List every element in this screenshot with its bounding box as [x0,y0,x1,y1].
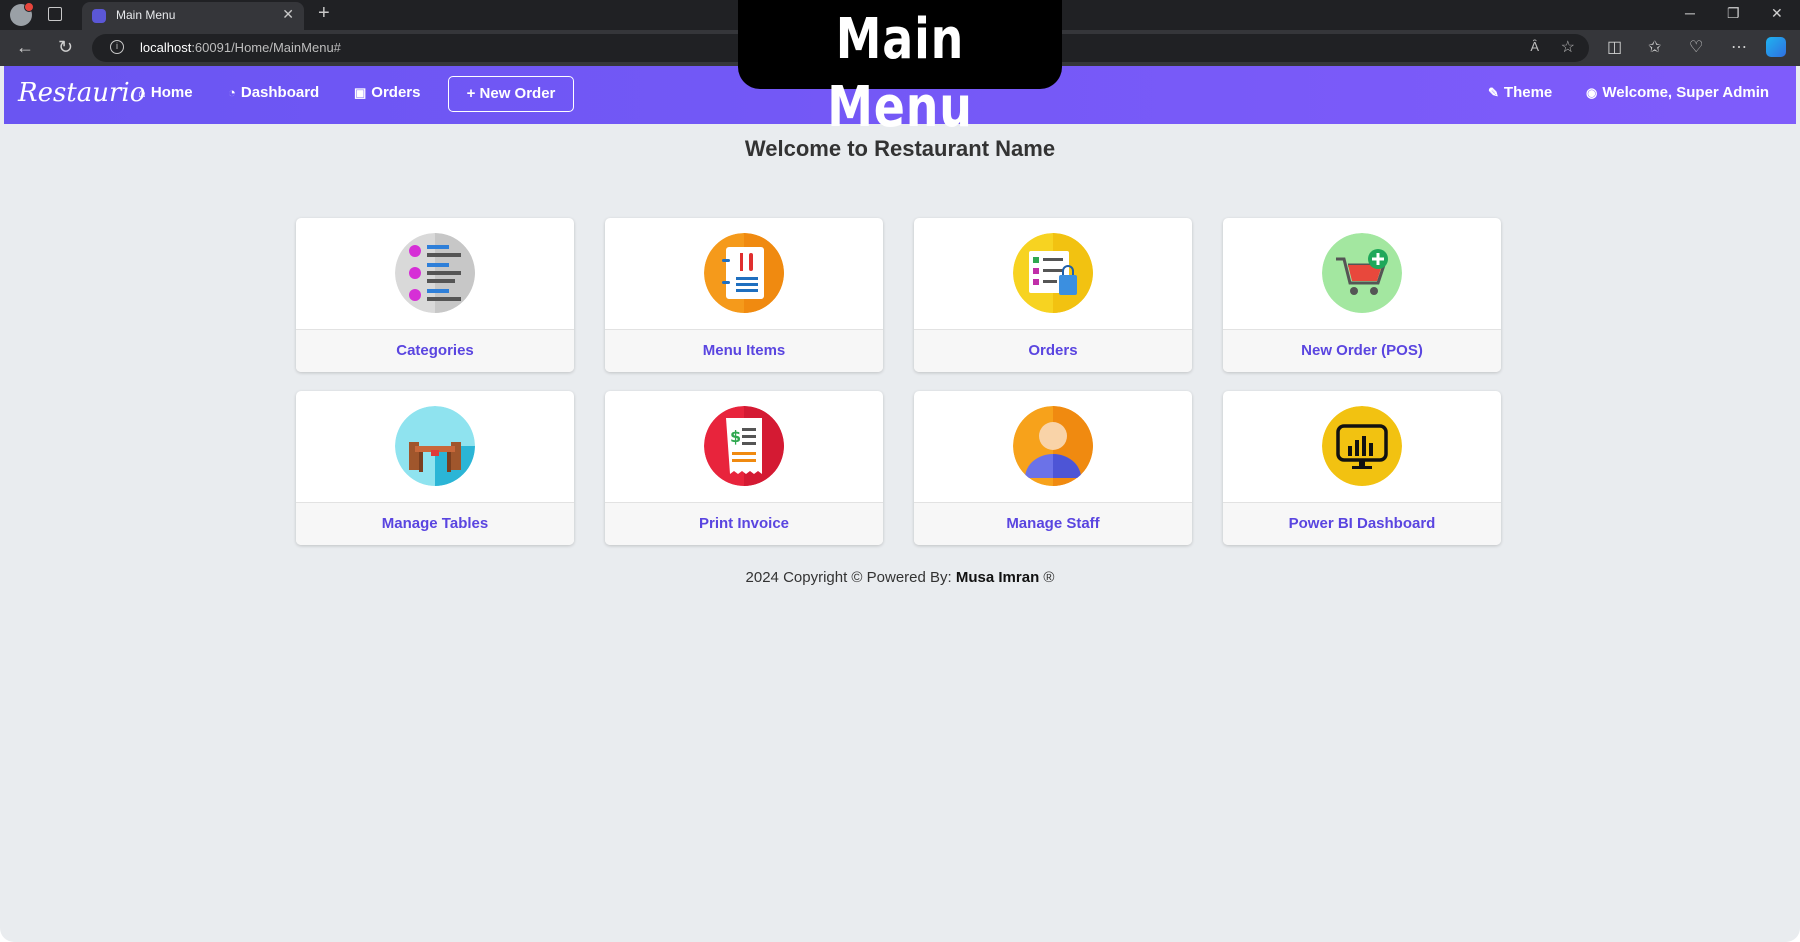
home-icon: ⌂ [138,85,146,100]
card-orders[interactable]: Orders [914,218,1192,372]
power-bi-icon [1322,406,1402,486]
card-body [914,391,1192,502]
footer-copyright: 2024 Copyright © Powered By: [745,569,956,586]
card-body: $ [605,391,883,502]
card-categories[interactable]: Categories [296,218,574,372]
card-label[interactable]: Manage Staff [914,502,1192,545]
card-label[interactable]: Manage Tables [296,502,574,545]
card-manage-staff[interactable]: Manage Staff [914,391,1192,545]
profile-avatar-icon[interactable] [10,2,34,26]
new-tab-icon[interactable]: + [318,2,330,25]
window-close-icon[interactable]: ✕ [1771,5,1783,22]
browser-essentials-icon[interactable]: ♡ [1689,37,1703,57]
orders-icon [1013,233,1093,313]
card-print-invoice[interactable]: $ Print Invoice [605,391,883,545]
card-label[interactable]: Print Invoice [605,502,883,545]
new-order-button[interactable]: + New Order [448,76,574,112]
tab-actions-icon[interactable] [48,7,62,21]
nav-orders-link[interactable]: ▣ Orders [354,84,421,101]
site-info-icon[interactable]: i [110,40,124,54]
nav-dashboard-link[interactable]: ◔ Dashboard [228,84,319,101]
tables-icon [395,406,475,486]
more-menu-icon[interactable]: ⋯ [1731,37,1747,57]
tab-title: Main Menu [116,8,176,22]
overlay-title: Main Menu [827,7,973,140]
overlay-title-banner: Main Menu [738,0,1062,140]
read-aloud-icon[interactable]: Ȃ [1530,39,1539,54]
nav-home-label: Home [150,84,193,101]
invoice-icon: $ [704,406,784,486]
tab-favicon-icon [92,9,106,23]
tab-close-icon[interactable]: ✕ [282,6,294,23]
card-label[interactable]: Orders [914,329,1192,372]
url-text[interactable]: localhost:60091/Home/MainMenu# [140,40,341,55]
card-label[interactable]: New Order (POS) [1223,329,1501,372]
browser-tab-main-menu[interactable]: Main Menu ✕ [82,2,304,30]
card-label[interactable]: Categories [296,329,574,372]
favorites-icon[interactable]: ✩ [1648,37,1661,57]
card-power-bi-dashboard[interactable]: Power BI Dashboard [1223,391,1501,545]
card-body [1223,218,1501,329]
card-menu-items[interactable]: Menu Items [605,218,883,372]
card-body [1223,391,1501,502]
restore-icon[interactable]: ❐ [1727,5,1740,22]
footer-mark: ® [1039,569,1055,586]
dashboard-gauge-icon: ◔ [228,85,236,100]
nav-orders-label: Orders [371,84,421,101]
card-label[interactable]: Power BI Dashboard [1223,502,1501,545]
staff-icon [1013,406,1093,486]
card-body [605,218,883,329]
card-new-order-pos[interactable]: New Order (POS) [1223,218,1501,372]
card-body [914,218,1192,329]
page-footer: 2024 Copyright © Powered By: Musa Imran … [0,569,1800,586]
split-screen-icon[interactable]: ◫ [1607,37,1622,57]
brand-logo[interactable]: Restaurio [18,78,145,108]
card-body [296,218,574,329]
minimize-icon[interactable]: ─ [1685,5,1695,21]
reload-icon[interactable]: ↻ [58,37,73,58]
copilot-icon[interactable] [1766,37,1786,57]
categories-icon [395,233,475,313]
card-body [296,391,574,502]
url-host: localhost [140,40,192,55]
nav-home-link[interactable]: ⌂ Home [138,84,193,101]
card-label[interactable]: Menu Items [605,329,883,372]
nav-theme-link[interactable]: ✎ Theme [1488,84,1552,101]
paintbrush-icon: ✎ [1488,85,1499,100]
nav-dashboard-label: Dashboard [240,84,320,101]
new-order-cart-icon [1322,233,1402,313]
svg-text:$: $ [730,427,741,446]
user-welcome-label: Welcome, Super Admin [1602,84,1770,101]
menu-items-icon [704,233,784,313]
user-menu-link[interactable]: ◉ Welcome, Super Admin [1586,84,1769,101]
card-manage-tables[interactable]: Manage Tables [296,391,574,545]
back-icon[interactable]: ← [16,37,34,58]
screenshot-frame: Main Menu ✕ + ─ ❐ ✕ ← ↻ i localhost:6009… [0,0,1800,942]
nav-theme-label: Theme [1503,84,1553,101]
footer-author: Musa Imran [955,569,1040,586]
user-circle-icon: ◉ [1586,85,1598,100]
shopping-bag-icon: ▣ [354,85,367,100]
url-path: :60091/Home/MainMenu# [191,40,341,55]
favorite-star-icon[interactable]: ☆ [1561,37,1575,57]
